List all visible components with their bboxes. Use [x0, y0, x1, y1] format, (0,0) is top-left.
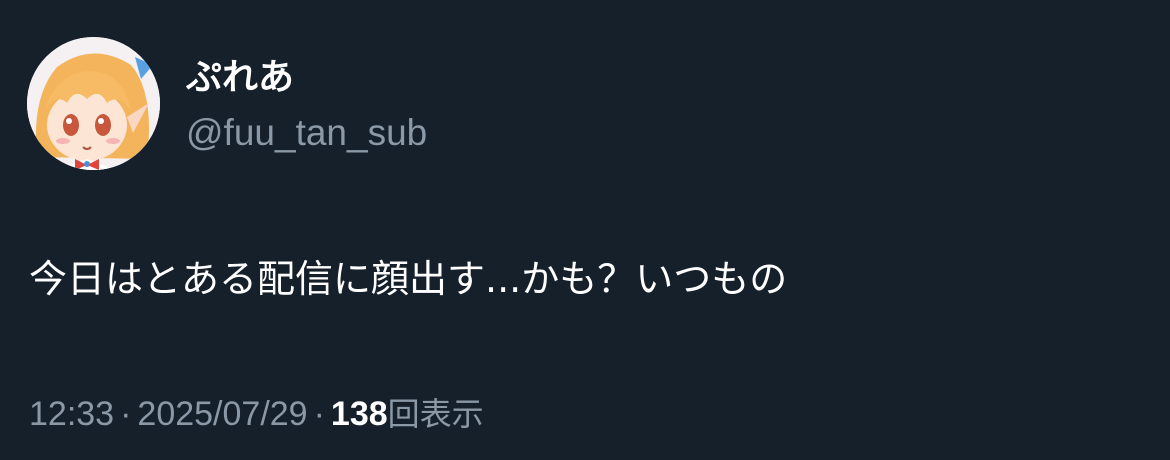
- tweet-time[interactable]: 12:33: [29, 395, 114, 433]
- meta-separator: ·: [120, 395, 132, 433]
- avatar[interactable]: [27, 37, 160, 170]
- anime-girl-avatar-icon: [27, 37, 160, 170]
- tweet-card: ぷれあ @fuu_tan_sub 今日はとある配信に顔出す...かも？いつもの …: [0, 0, 1170, 460]
- views-label: 回表示: [387, 395, 484, 433]
- tweet-meta: 12:33 · 2025/07/29 · 138回表示: [29, 392, 484, 436]
- display-name[interactable]: ぷれあ: [186, 56, 294, 100]
- user-handle[interactable]: @fuu_tan_sub: [186, 110, 427, 156]
- views-count[interactable]: 138: [331, 395, 388, 433]
- meta-separator: ·: [313, 395, 325, 433]
- tweet-text: 今日はとある配信に顔出す...かも？いつもの: [29, 257, 788, 301]
- tweet-date[interactable]: 2025/07/29: [137, 395, 307, 433]
